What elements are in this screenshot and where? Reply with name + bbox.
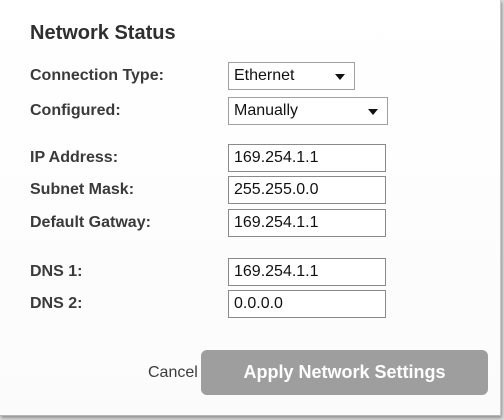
dns2-label: DNS 2: xyxy=(30,295,83,312)
connection-type-value: Ethernet xyxy=(234,67,295,84)
ip-address-input[interactable] xyxy=(228,144,386,172)
default-gateway-label: Default Gatway: xyxy=(30,214,151,231)
dns2-input[interactable] xyxy=(228,290,386,318)
ip-address-label: IP Address: xyxy=(30,149,119,166)
configured-value: Manually xyxy=(234,102,299,119)
connection-type-label: Connection Type: xyxy=(30,67,164,84)
apply-network-settings-button[interactable]: Apply Network Settings xyxy=(201,350,488,395)
dns1-input[interactable] xyxy=(228,258,386,286)
subnet-mask-input[interactable] xyxy=(228,176,386,204)
cancel-button[interactable]: Cancel xyxy=(148,364,198,382)
chevron-down-icon xyxy=(368,109,378,115)
network-status-panel: Network Status Connection Type: Ethernet… xyxy=(0,0,501,416)
chevron-down-icon xyxy=(335,74,345,80)
configured-select[interactable]: Manually xyxy=(228,97,388,125)
subnet-mask-label: Subnet Mask: xyxy=(30,181,135,198)
connection-type-select[interactable]: Ethernet xyxy=(228,62,355,90)
panel-title: Network Status xyxy=(30,22,176,44)
dns1-label: DNS 1: xyxy=(30,263,83,280)
configured-label: Configured: xyxy=(30,102,121,119)
default-gateway-input[interactable] xyxy=(228,209,386,237)
